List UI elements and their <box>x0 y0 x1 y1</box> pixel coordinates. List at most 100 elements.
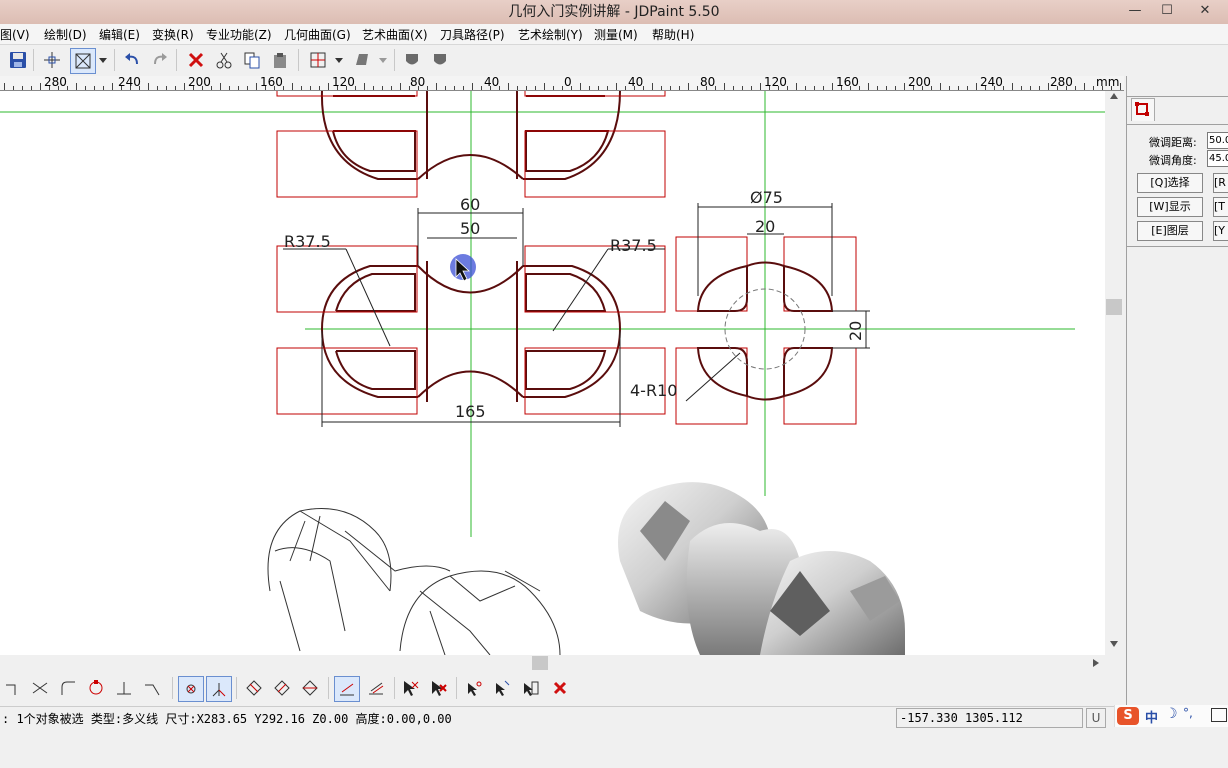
ruler-tick <box>886 86 887 90</box>
list-select-icon[interactable] <box>518 676 542 700</box>
menu-draw[interactable]: 绘制(D) <box>44 26 87 43</box>
fine-angle-input[interactable]: 45.0 <box>1207 150 1228 167</box>
ruler-tick <box>904 83 905 90</box>
cancel-icon[interactable] <box>548 676 572 700</box>
ruler-tick <box>958 86 959 90</box>
cad-drawing[interactable]: 60 50 R37.5 R37.5 165 Ø75 20 20 4-R10 <box>0 91 1105 655</box>
paste-icon[interactable] <box>268 48 292 72</box>
diamond-c-icon[interactable] <box>298 676 322 700</box>
shield-left-icon[interactable] <box>400 48 424 72</box>
r-button[interactable]: [R <box>1213 173 1228 193</box>
chevron-down-icon[interactable] <box>96 48 110 72</box>
layer-snap-icon[interactable] <box>334 676 360 702</box>
moon-icon[interactable]: ☽ <box>1165 706 1178 722</box>
dim-r-left: R37.5 <box>284 232 331 251</box>
node-edit-icon[interactable] <box>462 676 486 700</box>
diamond-a-icon[interactable] <box>242 676 266 700</box>
copy-icon[interactable] <box>240 48 264 72</box>
select-cursor-icon[interactable] <box>398 676 422 700</box>
layer-snap2-icon[interactable] <box>364 676 388 700</box>
menu-art-draw[interactable]: 艺术绘制(Y) <box>518 26 583 43</box>
circle-snap-icon[interactable] <box>84 676 108 700</box>
menu-edit[interactable]: 编辑(E) <box>99 26 140 43</box>
minimize-button[interactable]: — <box>1120 0 1150 22</box>
t-button[interactable]: [T <box>1213 197 1228 217</box>
ruler-tick <box>580 83 581 90</box>
ruler-label: 200 <box>188 76 211 89</box>
tangent-icon[interactable] <box>140 676 164 700</box>
select-button[interactable]: [Q]选择 <box>1137 173 1203 193</box>
menu-art-surface[interactable]: 艺术曲面(X) <box>362 26 428 43</box>
menu-transform[interactable]: 变换(R) <box>152 26 194 43</box>
redo-icon[interactable] <box>148 48 172 72</box>
keyboard-icon[interactable] <box>1211 708 1227 722</box>
fillet-icon[interactable] <box>56 676 80 700</box>
ruler-tick <box>283 86 284 90</box>
maximize-button[interactable]: ☐ <box>1152 0 1182 22</box>
menu-geo-surface[interactable]: 几何曲面(G) <box>284 26 351 43</box>
close-button[interactable]: ✕ <box>1190 0 1220 22</box>
vertical-scrollbar[interactable] <box>1105 91 1123 655</box>
ruler-tick <box>391 86 392 90</box>
ruler-label: 120 <box>764 76 787 89</box>
ime-toolbar[interactable]: S 中 ☽ °, <box>1114 705 1228 727</box>
shield-right-icon[interactable] <box>428 48 452 72</box>
ruler-tick <box>823 86 824 90</box>
drawing-canvas[interactable]: 60 50 R37.5 R37.5 165 Ø75 20 20 4-R10 <box>0 91 1105 655</box>
ruler-tick <box>112 83 113 90</box>
deselect-cursor-icon[interactable] <box>426 676 450 700</box>
crosshair-icon[interactable] <box>40 48 64 72</box>
menu-help[interactable]: 帮助(H) <box>652 26 694 43</box>
ruler-tick <box>508 83 509 90</box>
fine-distance-input[interactable]: 50.0 <box>1207 132 1228 149</box>
arc-corner-icon[interactable] <box>0 676 24 700</box>
ruler-tick <box>22 86 23 90</box>
intersect-icon[interactable] <box>28 676 52 700</box>
punctuation-icon[interactable]: °, <box>1183 706 1193 720</box>
perpendicular-icon[interactable] <box>112 676 136 700</box>
ruler-tick <box>652 83 653 90</box>
ruler-tick <box>211 86 212 90</box>
center-point-icon[interactable] <box>178 676 204 702</box>
ruler-tick <box>733 86 734 90</box>
node-move-icon[interactable] <box>490 676 514 700</box>
delete-icon[interactable] <box>184 48 208 72</box>
lower-frame <box>0 729 1228 768</box>
horizontal-scrollbar[interactable] <box>0 655 1105 672</box>
cursor-coordinates: -157.330 1305.112 <box>896 708 1083 728</box>
ruler-unit: mm <box>1096 76 1120 89</box>
grid-snap-icon[interactable] <box>306 48 330 72</box>
save-icon[interactable] <box>6 48 30 72</box>
menu-measure[interactable]: 测量(M) <box>594 26 638 43</box>
diamond-b-icon[interactable] <box>270 676 294 700</box>
ruler-tick <box>760 83 761 90</box>
label-fine-angle: 微调角度: <box>1149 154 1197 167</box>
dimension-lines <box>283 208 665 427</box>
cut-icon[interactable] <box>212 48 236 72</box>
tab-snap[interactable] <box>1131 98 1155 121</box>
chevron-down-icon[interactable] <box>332 48 346 72</box>
ruler-tick <box>1021 86 1022 90</box>
shading-icon[interactable] <box>350 48 374 72</box>
menu-pro[interactable]: 专业功能(Z) <box>206 26 272 43</box>
ruler-tick <box>976 83 977 90</box>
ruler-tick <box>220 83 221 90</box>
menu-toolpath[interactable]: 刀具路径(P) <box>440 26 505 43</box>
ruler-tick <box>598 86 599 90</box>
menu-view[interactable]: 图(V) <box>0 26 30 43</box>
window-select-icon[interactable] <box>70 48 96 74</box>
undo-icon[interactable] <box>120 48 144 72</box>
y-button[interactable]: [Y <box>1213 221 1228 241</box>
display-button[interactable]: [W]显示 <box>1137 197 1203 217</box>
ruler-tick <box>481 86 482 90</box>
ruler-tick <box>445 86 446 90</box>
ruler-tick <box>805 86 806 90</box>
ime-logo-icon: S <box>1117 707 1139 725</box>
ruler-tick <box>76 83 77 90</box>
ime-language[interactable]: 中 <box>1145 707 1158 726</box>
ruler-label: 280 <box>44 76 67 89</box>
ruler-label: 0 <box>564 76 572 89</box>
angle-snap-icon[interactable] <box>206 676 232 702</box>
layer-button[interactable]: [E]图层 <box>1137 221 1203 241</box>
ruler-tick <box>166 86 167 90</box>
